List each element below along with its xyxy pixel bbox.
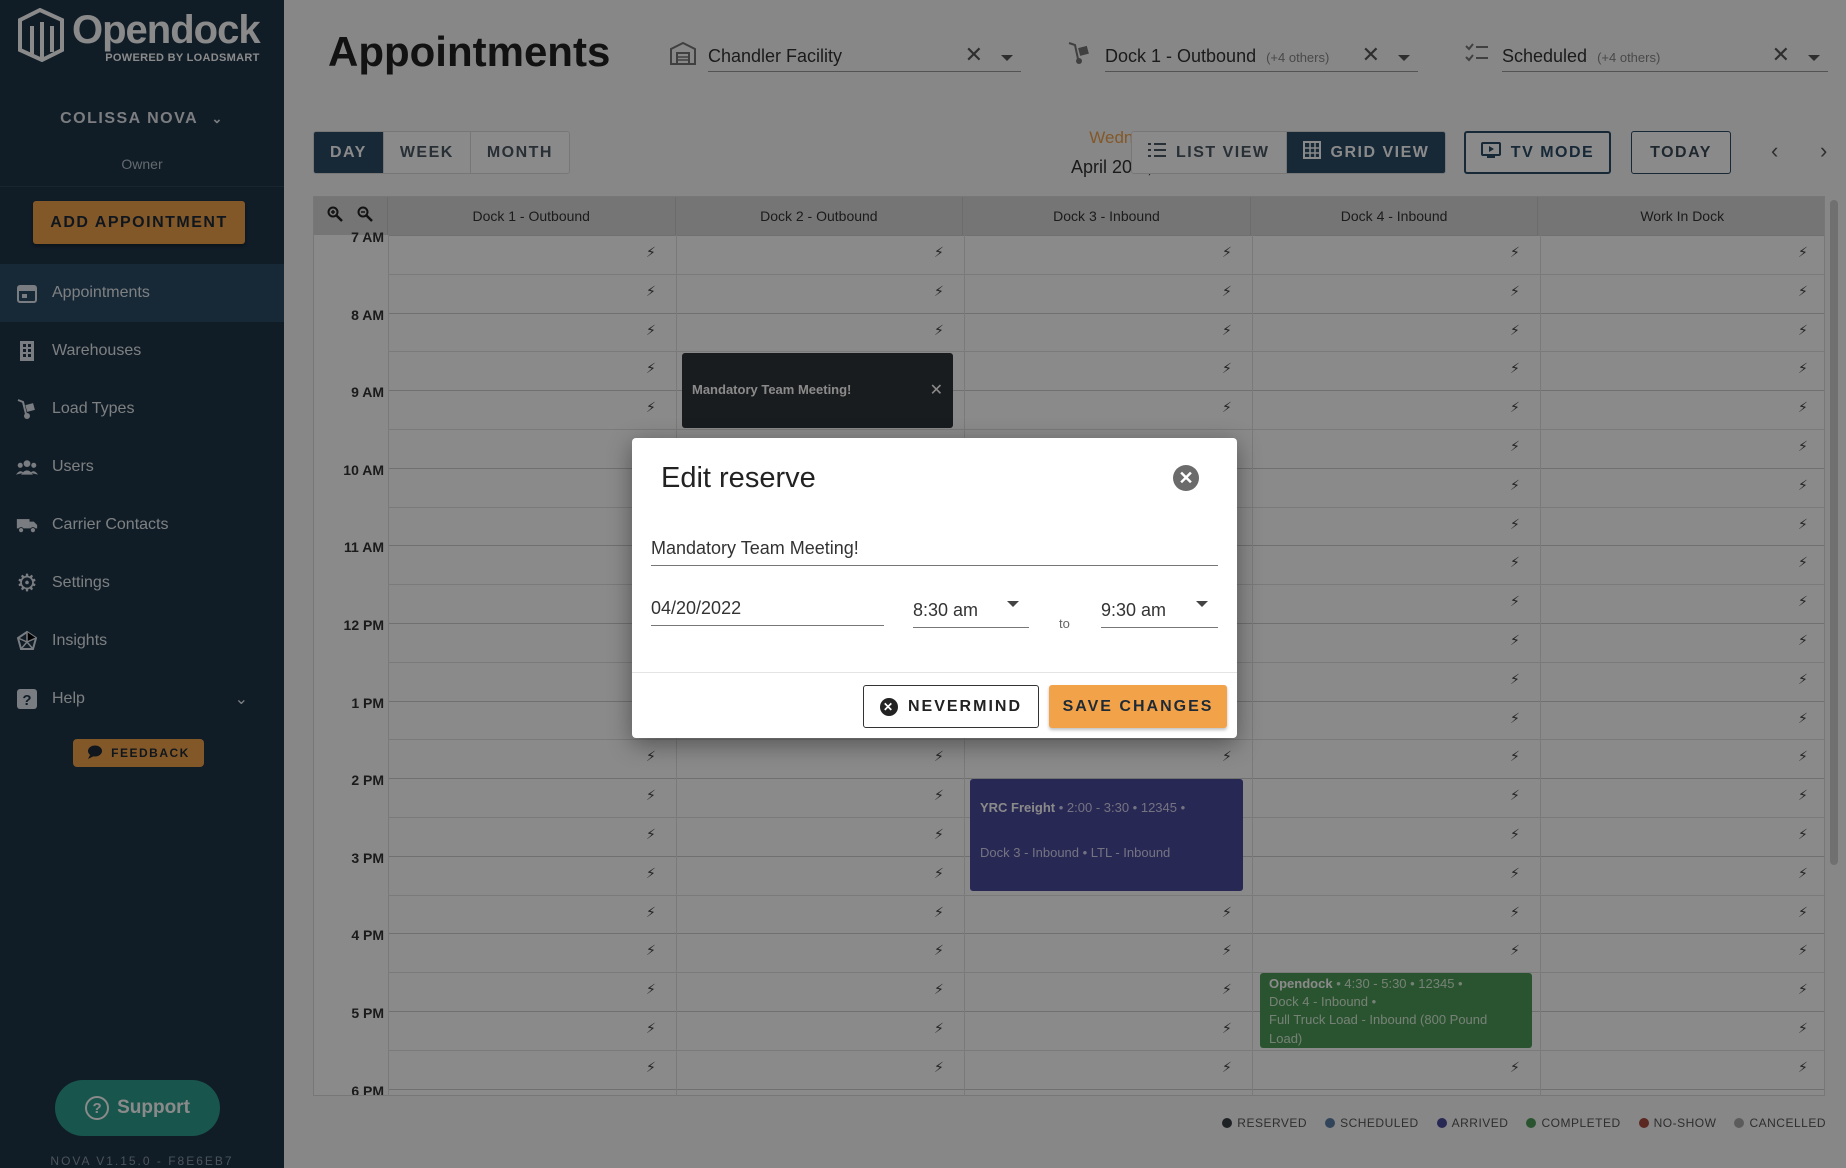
chevron-down-icon[interactable] [1196, 601, 1208, 607]
dialog-title: Edit reserve [661, 462, 816, 494]
end-time-value: 9:30 am [1101, 600, 1167, 620]
nevermind-label: NEVERMIND [907, 697, 1022, 715]
edit-reserve-dialog: Edit reserve ✕ Mandatory Team Meeting! 0… [632, 438, 1237, 738]
reserve-name-field[interactable]: Mandatory Team Meeting! [651, 538, 1218, 566]
close-icon[interactable]: ✕ [1173, 465, 1199, 491]
start-time-value: 8:30 am [913, 600, 979, 620]
date-field[interactable]: 04/20/2022 [651, 598, 884, 626]
chevron-down-icon[interactable] [1007, 601, 1019, 607]
divider [632, 672, 1237, 673]
cancel-circle-icon: ✕ [879, 697, 898, 716]
save-changes-button[interactable]: SAVE CHANGES [1049, 685, 1227, 728]
to-label: to [1059, 616, 1070, 631]
nevermind-button[interactable]: ✕ NEVERMIND [863, 685, 1039, 728]
